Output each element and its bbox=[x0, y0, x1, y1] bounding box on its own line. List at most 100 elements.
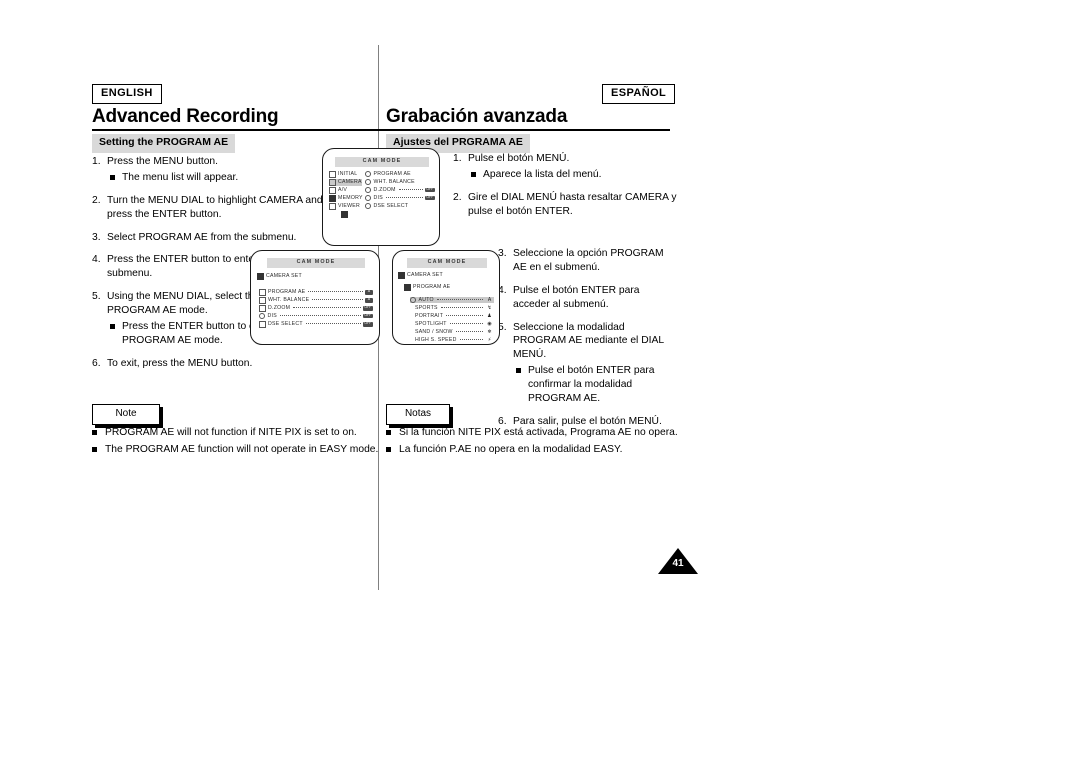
lcd-menu-label: VIEWER bbox=[338, 203, 360, 210]
lcd-menu-item: MEMORY bbox=[329, 195, 363, 202]
scroll-down-icon bbox=[341, 211, 348, 218]
lcd-menu-item: DIS OFF bbox=[259, 313, 373, 319]
leader-dots bbox=[449, 322, 483, 324]
folder-icon bbox=[259, 297, 266, 304]
mode-glyph-icon: A bbox=[487, 297, 492, 303]
step-sub-text: Aparece la lista del menú. bbox=[483, 168, 602, 180]
notes-list-spanish: Si la función NITE PIX está activada, Pr… bbox=[386, 426, 686, 460]
page-title-english: Advanced Recording bbox=[92, 106, 279, 127]
folder-icon bbox=[329, 203, 336, 210]
bullet-square-icon bbox=[110, 324, 115, 330]
lcd-mode-label: PORTRAIT bbox=[415, 313, 444, 319]
step-sub-text: The menu list will appear. bbox=[122, 171, 239, 183]
lcd-submenu-item: WHT. BALANCE bbox=[365, 179, 435, 185]
steps-list-spanish-bottom: 3. Seleccione la opción PROGRAM AE en el… bbox=[498, 247, 678, 438]
lcd-menu-item: VIEWER bbox=[329, 203, 360, 210]
lcd-value-chip: A bbox=[365, 289, 373, 295]
lcd-value-chip: OFF bbox=[424, 195, 435, 201]
bullet-square-icon bbox=[386, 430, 391, 435]
lcd-mode-item-selected: AUTO A bbox=[410, 297, 494, 303]
bullet-dot-icon bbox=[410, 297, 416, 303]
step-item: 3. Select PROGRAM AE from the submenu. bbox=[92, 231, 344, 245]
mode-glyph-icon: ⚡ bbox=[487, 337, 492, 343]
leader-dots bbox=[440, 306, 483, 308]
lcd-value-chip: OFF bbox=[424, 187, 435, 193]
step-subbullet: Pulse el botón ENTER para confirmar la m… bbox=[513, 364, 678, 406]
language-badge-english: ENGLISH bbox=[92, 84, 162, 104]
lcd-value-chip: OFF bbox=[362, 321, 373, 327]
notes-list-english: PROGRAM AE will not function if NITE PIX… bbox=[92, 426, 382, 460]
step-item: 2. Gire el DIAL MENÚ hasta resaltar CAME… bbox=[453, 191, 678, 219]
leader-dots bbox=[455, 330, 483, 332]
lcd-menu-label: A/V bbox=[338, 187, 348, 194]
leader-dots bbox=[398, 188, 423, 190]
bullet-dot-icon bbox=[259, 313, 265, 319]
lcd-subheader-row: PROGRAM AE bbox=[404, 284, 450, 291]
lcd-header-label: CAMERA SET bbox=[266, 273, 302, 280]
step-text: Press the MENU button. bbox=[107, 156, 219, 167]
lcd-mode-item: SPORTS ↯ bbox=[415, 305, 494, 311]
step-item: 1. Pulse el botón MENÚ. Aparece la lista… bbox=[453, 152, 678, 182]
folder-icon bbox=[329, 195, 336, 202]
note-item: Si la función NITE PIX está activada, Pr… bbox=[386, 426, 686, 441]
lcd-menu-item: D.ZOOM OFF bbox=[259, 305, 373, 312]
bullet-dot-icon bbox=[365, 203, 371, 209]
mode-glyph-icon: ◉ bbox=[487, 321, 492, 327]
leader-dots bbox=[305, 323, 361, 324]
lcd-mode-item: SAND / SNOW ❄ bbox=[415, 329, 494, 335]
lcd-submenu-item: PROGRAM AE bbox=[365, 171, 435, 177]
note-item: PROGRAM AE will not function if NITE PIX… bbox=[92, 426, 382, 441]
bullet-dot-icon bbox=[365, 187, 371, 193]
step-subbullet: Aparece la lista del menú. bbox=[468, 168, 678, 182]
lcd-illustration-camera-set: CAM MODE CAMERA SET PROGRAM AE A WHT. BA… bbox=[250, 250, 380, 345]
lcd-mode-label: SAND / SNOW bbox=[415, 329, 453, 335]
lcd-header-label: CAMERA SET bbox=[407, 272, 443, 279]
lcd-menu-label: WHT. BALANCE bbox=[268, 297, 310, 304]
note-label-spanish: Notas bbox=[386, 404, 450, 425]
lcd-menu-item: WHT. BALANCE A bbox=[259, 297, 373, 304]
step-number: 6. bbox=[92, 357, 101, 369]
lcd-mode-label: SPOTLIGHT bbox=[415, 321, 447, 327]
step-number: 1. bbox=[92, 156, 101, 167]
bullet-dot-icon bbox=[365, 171, 371, 177]
bullet-square-icon bbox=[92, 430, 97, 435]
bullet-square-icon bbox=[471, 171, 476, 177]
lcd-title-bar: CAM MODE bbox=[335, 157, 429, 168]
step-text: Seleccione la modalidad PROGRAM AE media… bbox=[513, 321, 664, 361]
lcd-menu-label: MEMORY bbox=[338, 195, 363, 202]
manual-page: ENGLISH Advanced Recording Setting the P… bbox=[0, 0, 1080, 763]
lcd-header-row: CAMERA SET bbox=[257, 273, 302, 280]
lcd-menu-label: DSE SELECT bbox=[268, 321, 303, 328]
mode-glyph-icon: ♟ bbox=[487, 313, 492, 319]
page-number: 41 bbox=[672, 558, 684, 569]
leader-dots bbox=[385, 196, 423, 198]
lcd-mode-item: PORTRAIT ♟ bbox=[415, 313, 494, 319]
leader-dots bbox=[308, 291, 363, 292]
step-number: 2. bbox=[92, 194, 101, 206]
lcd-menu-label: WHT. BALANCE bbox=[373, 179, 415, 185]
bullet-square-icon bbox=[110, 174, 115, 180]
lcd-mode-label: HIGH S. SPEED bbox=[415, 337, 457, 343]
note-text: PROGRAM AE will not function if NITE PIX… bbox=[105, 427, 357, 438]
lcd-menu-item: INITIAL bbox=[329, 171, 357, 178]
lcd-menu-label: D.ZOOM bbox=[268, 305, 291, 312]
step-number: 3. bbox=[498, 248, 507, 259]
lcd-value-chip: OFF bbox=[362, 305, 373, 311]
bullet-dot-icon bbox=[365, 195, 371, 201]
section-heading-english: Setting the PROGRAM AE bbox=[92, 134, 236, 153]
step-text: Pulse el botón MENÚ. bbox=[468, 153, 570, 164]
lcd-value-chip: A bbox=[365, 297, 373, 303]
lcd-menu-label: INITIAL bbox=[338, 171, 358, 178]
lcd-menu-item: A/V bbox=[329, 187, 347, 194]
title-rule bbox=[92, 129, 670, 131]
step-item: 4. Pulse el botón ENTER para acceder al … bbox=[498, 284, 678, 312]
leader-dots bbox=[312, 299, 363, 300]
bullet-dot-icon bbox=[365, 179, 371, 185]
lcd-illustration-program-ae: CAM MODE CAMERA SET PROGRAM AE AUTO A SP… bbox=[392, 250, 500, 345]
lcd-value-chip: OFF bbox=[362, 313, 373, 319]
step-number: 4. bbox=[498, 284, 507, 296]
bullet-square-icon bbox=[516, 368, 521, 374]
step-text: To exit, press the MENU button. bbox=[107, 357, 253, 369]
lcd-title-bar: CAM MODE bbox=[267, 258, 365, 269]
note-item: La función P.AE no opera en la modalidad… bbox=[386, 443, 686, 458]
